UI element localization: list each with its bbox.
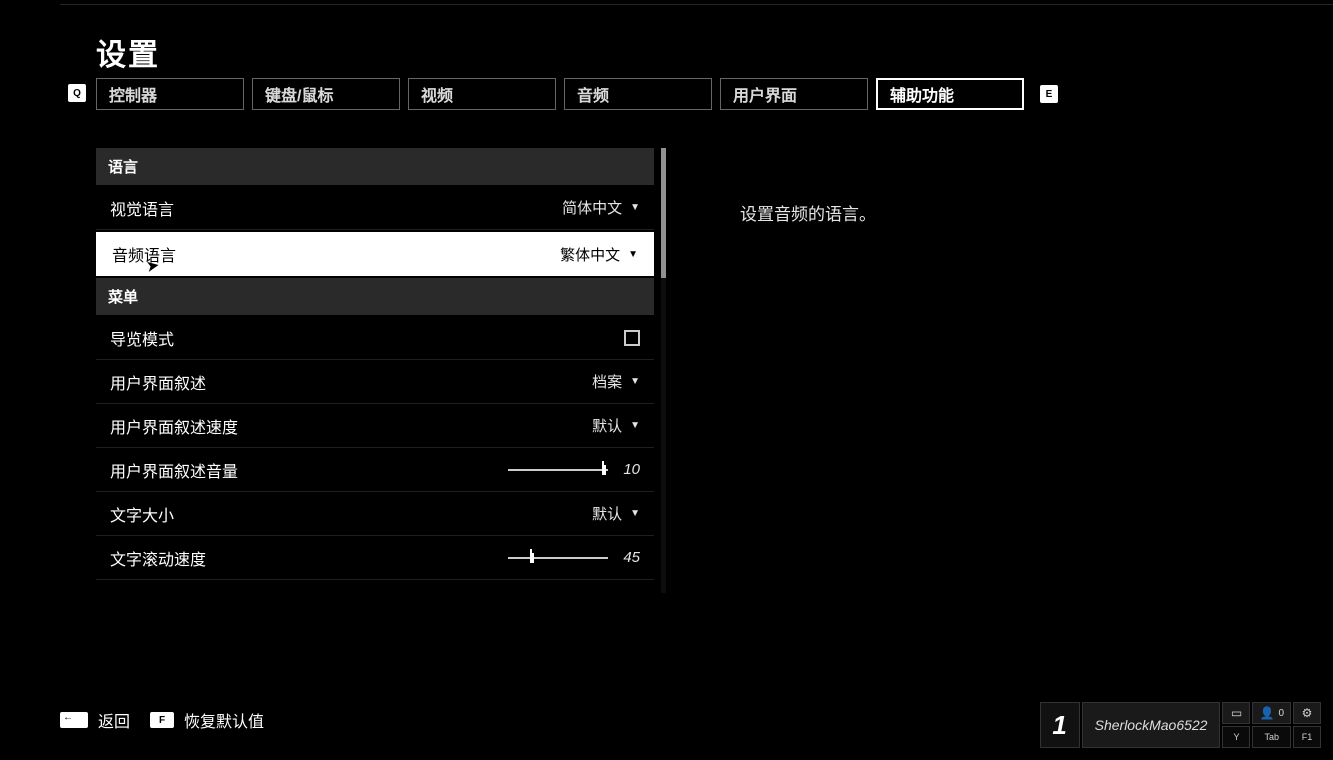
- party-count: 0: [1278, 708, 1284, 719]
- tab-controller[interactable]: 控制器: [96, 78, 244, 110]
- back-label: 返回: [98, 708, 130, 732]
- row-text-size[interactable]: 文字大小 默认 ▼: [96, 492, 654, 536]
- row-value: [624, 330, 640, 346]
- tab-ui[interactable]: 用户界面: [720, 78, 868, 110]
- chevron-down-icon: ▼: [630, 508, 640, 519]
- back-key-icon: [60, 712, 88, 728]
- row-value: 档案 ▼: [592, 371, 640, 392]
- reset-defaults-button[interactable]: F 恢复默认值: [150, 708, 264, 732]
- row-audio-language[interactable]: 音频语言 繁体中文 ▼: [96, 232, 654, 276]
- settings-panel-wrap: 语言 视觉语言 简体中文 ▼ 音频语言 繁体中文 ▼ 菜单 导览模式 用户界面叙…: [96, 148, 666, 593]
- section-header-language: 语言: [96, 148, 654, 186]
- tab-keyboard-mouse[interactable]: 键盘/鼠标: [252, 78, 400, 110]
- checkbox-icon[interactable]: [624, 330, 640, 346]
- hud-chat-button[interactable]: ▭: [1222, 702, 1250, 724]
- tab-label: 音频: [577, 82, 609, 106]
- row-value: 默认 ▼: [592, 415, 640, 436]
- row-visual-language[interactable]: 视觉语言 简体中文 ▼: [96, 186, 654, 230]
- slider-tick: [530, 549, 532, 553]
- row-value: 简体中文 ▼: [562, 197, 640, 218]
- row-value: 45: [508, 549, 640, 566]
- page-title: 设置: [96, 30, 160, 74]
- slider-value: 45: [616, 549, 640, 566]
- tab-label: 视频: [421, 82, 453, 106]
- tab-label: 控制器: [109, 82, 157, 106]
- slider-track[interactable]: [508, 557, 608, 559]
- dropdown-value: 默认: [592, 415, 622, 436]
- chevron-down-icon: ▼: [630, 376, 640, 387]
- row-label: 文字大小: [110, 502, 174, 526]
- slider-track[interactable]: [508, 469, 608, 471]
- tab-label: 辅助功能: [890, 82, 954, 106]
- hud-party-key: Tab: [1252, 726, 1291, 748]
- scrollbar[interactable]: [661, 148, 666, 593]
- tab-audio[interactable]: 音频: [564, 78, 712, 110]
- tab-prev-key: Q: [68, 84, 86, 102]
- section-header-menu: 菜单: [96, 278, 654, 316]
- top-divider: [60, 4, 1333, 5]
- setting-description: 设置音频的语言。: [740, 200, 876, 225]
- row-value: 默认 ▼: [592, 503, 640, 524]
- chevron-down-icon: ▼: [630, 420, 640, 431]
- row-label: 用户界面叙述: [110, 370, 206, 394]
- dropdown-value: 简体中文: [562, 197, 622, 218]
- row-label: 导览模式: [110, 326, 174, 350]
- scrollbar-thumb[interactable]: [661, 148, 666, 278]
- tab-label: 键盘/鼠标: [265, 82, 333, 106]
- gear-icon: ⚙: [1302, 706, 1313, 720]
- footer-actions: 返回 F 恢复默认值: [60, 708, 264, 732]
- person-icon: 👤: [1259, 706, 1274, 720]
- dropdown-value: 默认: [592, 503, 622, 524]
- tab-label: 用户界面: [733, 82, 797, 106]
- slider-thumb[interactable]: [530, 553, 534, 563]
- chat-icon: ▭: [1231, 706, 1242, 720]
- tab-accessibility[interactable]: 辅助功能: [876, 78, 1024, 110]
- slider-value: 10: [616, 461, 640, 478]
- reset-label: 恢复默认值: [184, 708, 264, 732]
- row-value: 繁体中文 ▼: [560, 244, 638, 265]
- dropdown-value: 繁体中文: [560, 244, 620, 265]
- tab-video[interactable]: 视频: [408, 78, 556, 110]
- row-label: 用户界面叙述音量: [110, 458, 238, 482]
- row-ui-narration-speed[interactable]: 用户界面叙述速度 默认 ▼: [96, 404, 654, 448]
- slider-thumb[interactable]: [602, 465, 606, 475]
- row-label: 用户界面叙述速度: [110, 414, 238, 438]
- row-label: 文字滚动速度: [110, 546, 206, 570]
- hud-username: SherlockMao6522: [1082, 702, 1221, 748]
- row-navigation-mode[interactable]: 导览模式: [96, 316, 654, 360]
- hud-party-button[interactable]: 👤0: [1252, 702, 1291, 724]
- chevron-down-icon: ▼: [630, 202, 640, 213]
- row-ui-narration[interactable]: 用户界面叙述 档案 ▼: [96, 360, 654, 404]
- reset-key-icon: F: [150, 712, 174, 728]
- tabs-bar: Q 控制器 键盘/鼠标 视频 音频 用户界面 辅助功能 E: [96, 78, 1058, 110]
- row-ui-narration-volume[interactable]: 用户界面叙述音量 10: [96, 448, 654, 492]
- hud-chat-key: Y: [1222, 726, 1250, 748]
- dropdown-value: 档案: [592, 371, 622, 392]
- row-label: 视觉语言: [110, 196, 174, 220]
- chevron-down-icon: ▼: [628, 249, 638, 260]
- row-label: 音频语言: [112, 242, 176, 266]
- hud-rank: 1: [1040, 702, 1080, 748]
- settings-panel: 语言 视觉语言 简体中文 ▼ 音频语言 繁体中文 ▼ 菜单 导览模式 用户界面叙…: [96, 148, 654, 593]
- row-text-scroll-speed[interactable]: 文字滚动速度 45: [96, 536, 654, 580]
- row-value: 10: [508, 461, 640, 478]
- slider-tick: [602, 461, 604, 465]
- hud-bar: 1 SherlockMao6522 ▭ Y 👤0 Tab ⚙ F1: [1040, 702, 1321, 748]
- back-button[interactable]: 返回: [60, 708, 130, 732]
- hud-settings-button[interactable]: ⚙: [1293, 702, 1321, 724]
- tab-next-key: E: [1040, 85, 1058, 103]
- hud-settings-key: F1: [1293, 726, 1321, 748]
